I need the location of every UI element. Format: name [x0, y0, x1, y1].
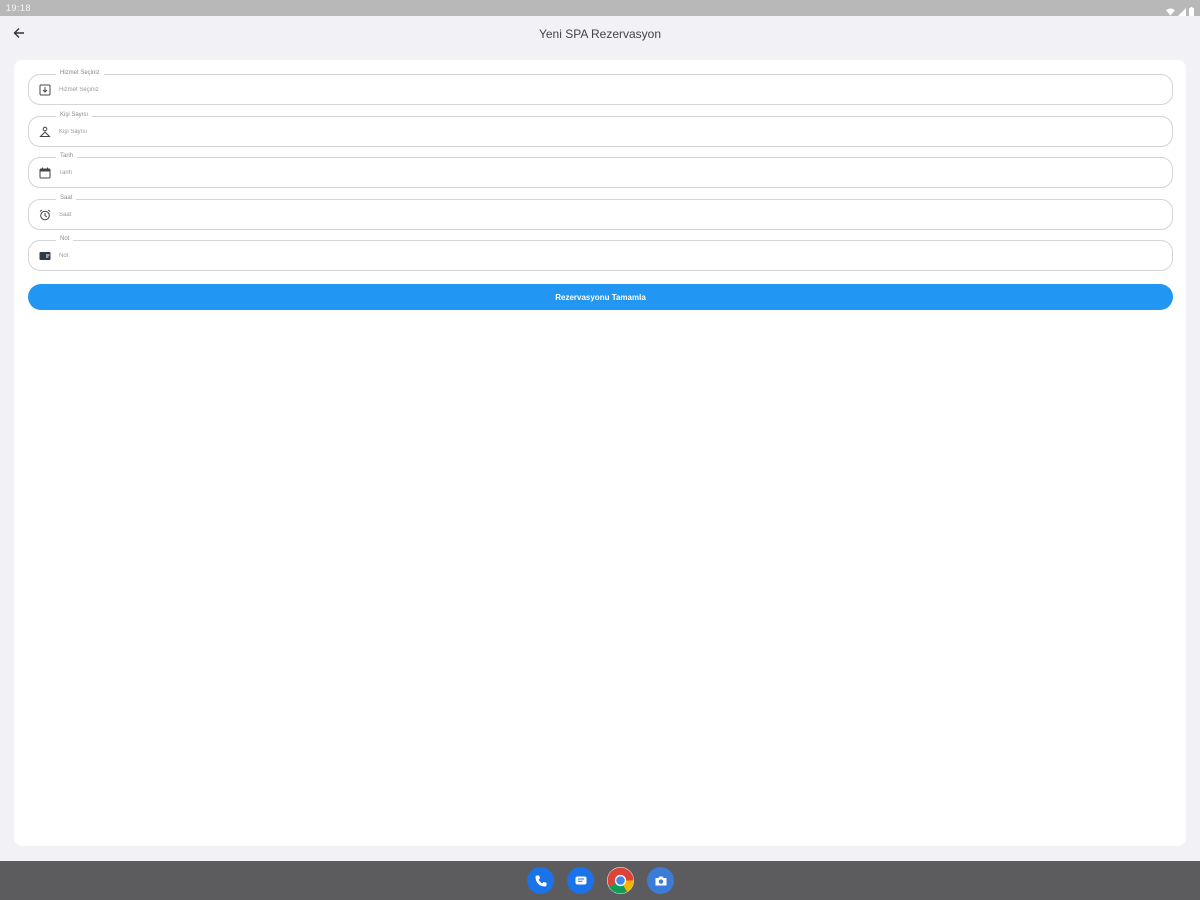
service-select-field[interactable]: Hizmet Seçiniz: [28, 69, 1173, 105]
date-label: Tarih: [56, 152, 78, 161]
service-list-icon: [38, 83, 52, 97]
chrome-app-icon[interactable]: [607, 867, 634, 894]
time-label: Saat: [56, 194, 77, 203]
navigation-bar: [0, 861, 1200, 900]
note-input[interactable]: [59, 250, 1109, 262]
person-count-field[interactable]: Kişi Sayısı: [28, 111, 1173, 147]
service-select-input[interactable]: [59, 84, 1109, 96]
status-bar: 19:18: [0, 0, 1200, 16]
status-time: 19:18: [6, 3, 32, 13]
phone-app-icon[interactable]: [527, 867, 554, 894]
app-dock: [527, 867, 674, 894]
person-icon: [38, 125, 52, 139]
complete-reservation-button[interactable]: Rezervasyonu Tamamla: [28, 284, 1173, 310]
person-count-label: Kişi Sayısı: [56, 111, 93, 120]
person-count-input[interactable]: [59, 126, 1109, 138]
time-input[interactable]: [59, 209, 1109, 221]
date-field[interactable]: Tarih: [28, 152, 1173, 188]
page-title: Yeni SPA Rezervasyon: [538, 27, 662, 41]
note-field[interactable]: Not: [28, 235, 1173, 271]
reservation-form-card: Hizmet Seçiniz Kişi Sayısı Tarih Saat No…: [14, 60, 1186, 846]
note-icon: [38, 249, 52, 263]
note-label: Not: [56, 235, 74, 244]
alarm-clock-icon: [38, 208, 52, 222]
date-input[interactable]: [59, 167, 1109, 179]
app-bar: Yeni SPA Rezervasyon: [0, 16, 1200, 54]
calendar-icon: [38, 166, 52, 180]
service-select-label: Hizmet Seçiniz: [56, 69, 104, 78]
time-field[interactable]: Saat: [28, 194, 1173, 230]
camera-app-icon[interactable]: [647, 867, 674, 894]
messages-app-icon[interactable]: [567, 867, 594, 894]
